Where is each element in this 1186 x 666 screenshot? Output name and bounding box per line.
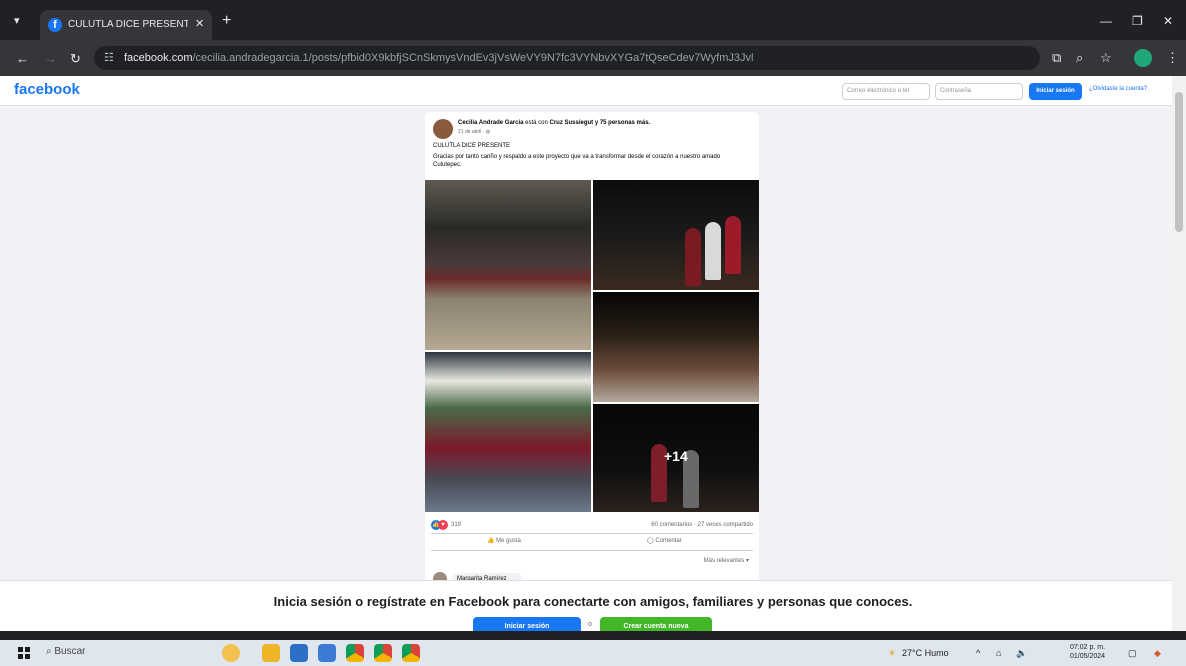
chrome-icon[interactable] — [346, 644, 364, 662]
restore-icon[interactable]: ❐ — [1132, 14, 1143, 28]
create-account-button[interactable]: Crear cuenta nueva — [600, 617, 712, 631]
reload-icon[interactable]: ↻ — [70, 51, 81, 67]
store-icon[interactable] — [290, 644, 308, 662]
cast-icon[interactable]: ⧉ — [1052, 50, 1061, 66]
divider — [431, 533, 753, 534]
star-icon[interactable]: ☆ — [1100, 50, 1112, 66]
header-login-button[interactable]: Iniciar sesión — [1029, 83, 1082, 100]
tab-title: CULUTLA DICE PRESENTE Gr... — [68, 19, 188, 30]
banner-text: Inicia sesión o regístrate en Facebook p… — [273, 594, 913, 609]
weather-sun-icon: ☀ — [888, 648, 897, 658]
post-tagged[interactable]: Cruz Sussiegut y 75 personas más. — [550, 120, 651, 126]
banner-or: o — [588, 621, 592, 628]
post-author-line: Cecilia Andrade García está con Cruz Sus… — [458, 120, 650, 126]
profile-icon[interactable] — [1134, 49, 1152, 67]
love-reaction-icon[interactable]: ♥ — [438, 520, 448, 530]
speaker-icon[interactable]: 🔈 — [1016, 648, 1027, 659]
back-icon[interactable]: ← — [16, 51, 29, 66]
divider — [431, 550, 753, 551]
more-icon[interactable]: ⋮ — [1166, 50, 1179, 66]
post-photo[interactable] — [425, 180, 591, 350]
network-icon[interactable]: ⌂ — [996, 648, 1001, 658]
chrome-icon[interactable] — [374, 644, 392, 662]
avatar[interactable] — [433, 119, 453, 139]
reaction-count[interactable]: 319 — [451, 522, 461, 528]
new-tab-button[interactable]: + — [222, 12, 231, 30]
taskbar: ⌕ Buscar ☀ 27°C Humo ^ ⌂ 🔈 07:02 p. m. 0… — [0, 640, 1186, 666]
photo-figure — [725, 216, 741, 274]
zoom-icon[interactable]: ⌕ — [1076, 50, 1083, 66]
tab-search-icon[interactable]: ▾ — [14, 14, 20, 27]
email-field[interactable]: Correo electrónico o tel — [842, 83, 930, 100]
browser-toolbar: ← → ↻ ☷ facebook.com/cecilia.andradegarc… — [0, 40, 1186, 76]
password-field[interactable]: Contraseña — [935, 83, 1023, 100]
post-author[interactable]: Cecilia Andrade García — [458, 120, 523, 126]
facebook-favicon-icon: f — [48, 18, 62, 32]
taskbar-search[interactable]: ⌕ Buscar — [46, 646, 86, 657]
facebook-logo[interactable]: facebook — [14, 81, 80, 98]
chevron-up-icon[interactable]: ^ — [976, 648, 980, 658]
chrome-icon[interactable] — [402, 644, 420, 662]
post-photo[interactable] — [425, 352, 591, 512]
facebook-page: facebook Correo electrónico o tel Contra… — [0, 76, 1186, 631]
scrollbar[interactable] — [1172, 76, 1186, 631]
file-explorer-icon[interactable] — [262, 644, 280, 662]
post-text: Gracias por tanto cariño y respaldo a es… — [433, 154, 721, 168]
like-label: Me gusta — [496, 538, 521, 544]
site-info-icon[interactable]: ☷ — [104, 51, 114, 64]
photos-icon[interactable] — [318, 644, 336, 662]
browser-tab-strip: ▾ f CULUTLA DICE PRESENTE Gr... ✕ + — ❐ … — [0, 0, 1186, 40]
more-photos-count[interactable]: +14 — [664, 448, 688, 464]
post-date-text: 21 de abril · — [458, 129, 486, 135]
clock-date: 01/05/2024 — [1070, 653, 1106, 660]
facebook-header: facebook Correo electrónico o tel Contra… — [0, 76, 1186, 106]
post-photo[interactable] — [593, 292, 759, 402]
like-button[interactable]: 👍 Me gusta — [487, 537, 521, 544]
comment-button[interactable]: ◯ Comentar — [647, 537, 682, 544]
globe-icon: ◍ — [485, 129, 491, 135]
notification-icon[interactable]: ▢ — [1128, 648, 1137, 659]
photo-figure — [685, 228, 701, 286]
copilot-icon[interactable]: ◆ — [1154, 648, 1161, 659]
photo-figure — [705, 222, 721, 280]
login-banner: Inicia sesión o regístrate en Facebook p… — [0, 580, 1172, 631]
clock-time: 07:02 p. m. — [1070, 644, 1106, 651]
url-host: facebook.com — [124, 52, 193, 64]
window-close-icon[interactable]: ✕ — [1163, 14, 1173, 28]
weather-widget-icon[interactable] — [222, 644, 240, 662]
sort-comments-dropdown[interactable]: Más relevantes ▾ — [704, 557, 749, 564]
weather-text[interactable]: 27°C Humo — [902, 648, 949, 658]
address-bar[interactable]: ☷ facebook.com/cecilia.andradegarcia.1/p… — [94, 46, 1040, 70]
reactions-bar: 👍 ♥ 319 60 comentarios · 27 veces compar… — [431, 520, 753, 532]
post-title: CULUTLA DICE PRESENTE — [433, 143, 511, 149]
windows-start-icon[interactable] — [18, 647, 30, 659]
close-icon[interactable]: ✕ — [195, 17, 204, 30]
comment-label: Comentar — [655, 538, 682, 544]
banner-login-button[interactable]: Iniciar sesión — [473, 617, 581, 631]
forward-icon[interactable]: → — [44, 51, 57, 66]
thumbs-up-icon: 👍 — [487, 538, 497, 544]
url-path: /cecilia.andradegarcia.1/posts/pfbid0X9k… — [192, 52, 754, 64]
comments-shares-count[interactable]: 60 comentarios · 27 veces compartido — [651, 522, 753, 528]
taskbar-clock[interactable]: 07:02 p. m. 01/05/2024 — [1070, 643, 1105, 661]
post-date[interactable]: 21 de abril · ◍ — [458, 129, 490, 135]
forgot-account-link[interactable]: ¿Olvidaste la cuenta? — [1089, 86, 1147, 92]
url-text: facebook.com/cecilia.andradegarcia.1/pos… — [124, 52, 814, 64]
post-with-text: está con — [523, 120, 550, 126]
search-label: Buscar — [54, 646, 86, 657]
browser-tab[interactable]: f CULUTLA DICE PRESENTE Gr... ✕ — [40, 10, 212, 40]
minimize-icon[interactable]: — — [1100, 14, 1112, 28]
post-card: Cecilia Andrade García está con Cruz Sus… — [425, 112, 759, 631]
scroll-thumb[interactable] — [1175, 92, 1183, 232]
post-photo[interactable] — [593, 180, 759, 290]
